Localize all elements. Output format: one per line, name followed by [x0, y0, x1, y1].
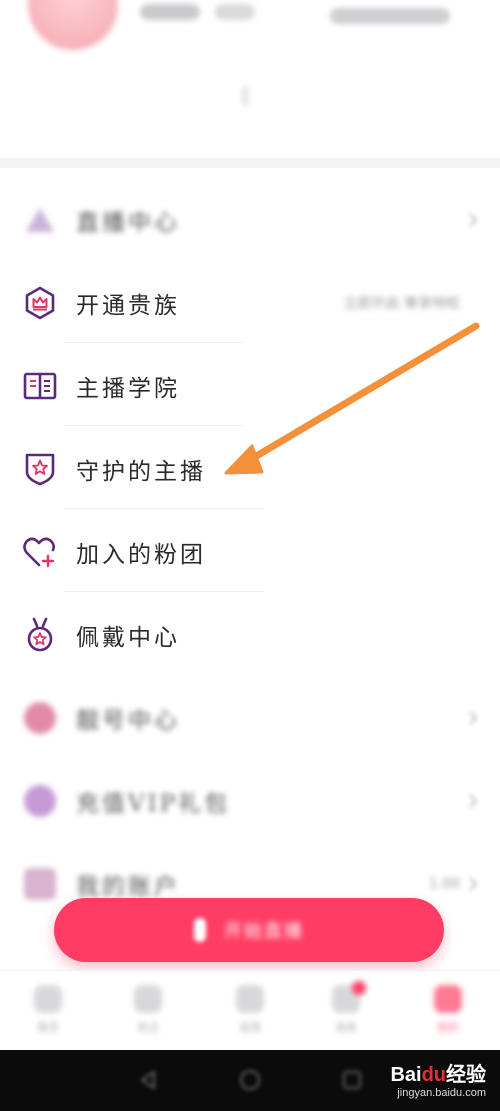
- profile-header: [0, 0, 500, 158]
- menu-item-label: 佩戴中心: [76, 624, 180, 651]
- chevron-right-icon: [469, 212, 478, 227]
- tab-label: 关注: [137, 1021, 159, 1034]
- back-icon[interactable]: [136, 1068, 160, 1092]
- menu-item-pretty-number[interactable]: 靓号中心: [0, 676, 500, 759]
- menu-item-guarded-anchors[interactable]: 守护的主播: [0, 427, 500, 510]
- divider: [64, 591, 264, 592]
- tab-label: 首页: [37, 1021, 59, 1034]
- menu-item-label: 开通贵族: [76, 292, 180, 319]
- home-button-icon[interactable]: [238, 1068, 262, 1092]
- tab-home[interactable]: 首页: [18, 985, 78, 1041]
- start-live-label: 开始直播: [224, 921, 304, 942]
- chevron-right-icon: [469, 876, 478, 891]
- watermark-logo: Baidu经验: [390, 1064, 486, 1086]
- avatar[interactable]: [28, 0, 118, 50]
- follow-icon: [134, 985, 162, 1013]
- divider: [64, 425, 244, 426]
- medal-icon: [22, 617, 58, 653]
- shield-star-icon: [22, 451, 58, 487]
- tab-label: 我的: [437, 1021, 459, 1034]
- home-icon: [34, 985, 62, 1013]
- watermark-url: jingyan.baidu.com: [397, 1087, 486, 1099]
- tab-label: 发现: [239, 1021, 261, 1034]
- start-live-button[interactable]: 开始直播: [54, 898, 444, 962]
- profile-mark: [242, 86, 248, 106]
- menu-item-label: 加入的粉团: [76, 541, 206, 568]
- menu-item-label: 充值VIP礼包: [76, 790, 231, 817]
- menu-item-label: 主播学院: [76, 375, 180, 402]
- chevron-right-icon: [469, 710, 478, 725]
- menu-item-label: 守护的主播: [76, 458, 206, 485]
- menu-item-wear-center[interactable]: 佩戴中心: [0, 593, 500, 676]
- unread-badge: [352, 981, 366, 995]
- tab-label: 消息: [335, 1021, 357, 1034]
- divider: [64, 342, 244, 343]
- menu-item-live-center[interactable]: 直播中心: [0, 178, 500, 261]
- user-icon: [434, 985, 462, 1013]
- pretty-number-icon: [22, 700, 58, 736]
- profile-stat: [140, 4, 200, 20]
- heart-plus-icon: [22, 534, 58, 570]
- crown-badge-icon: [22, 285, 58, 321]
- chevron-right-icon: [469, 793, 478, 808]
- menu-item-joined-fan-groups[interactable]: 加入的粉团: [0, 510, 500, 593]
- menu-item-label: 我的账户: [76, 873, 180, 900]
- vip-gift-icon: [22, 783, 58, 819]
- discover-icon: [236, 985, 264, 1013]
- book-icon: [22, 368, 58, 404]
- live-center-icon: [22, 202, 58, 238]
- account-balance: 1.00: [428, 875, 460, 892]
- menu-item-label: 靓号中心: [76, 707, 180, 734]
- recent-apps-icon[interactable]: [340, 1068, 364, 1092]
- profile-stat: [215, 4, 255, 20]
- nobility-promo-text: 立即开启 尊享特权: [343, 295, 460, 312]
- tab-discover[interactable]: 发现: [220, 985, 280, 1041]
- bottom-tab-bar: 首页 关注 发现 消息 我的: [0, 970, 500, 1050]
- tab-messages[interactable]: 消息: [316, 981, 376, 1041]
- baidu-jingyan-watermark: Baidu经验 jingyan.baidu.com: [390, 1058, 486, 1099]
- divider: [64, 508, 264, 509]
- tab-me[interactable]: 我的: [418, 985, 478, 1041]
- menu-item-vip-gift[interactable]: 充值VIP礼包: [0, 759, 500, 842]
- menu-item-label: 直播中心: [76, 209, 180, 236]
- profile-tag[interactable]: [330, 8, 450, 24]
- microphone-icon: [194, 918, 206, 942]
- account-icon: [22, 866, 58, 902]
- tab-follow[interactable]: 关注: [118, 985, 178, 1041]
- menu-item-anchor-academy[interactable]: 主播学院: [0, 344, 500, 427]
- menu-item-nobility[interactable]: 开通贵族 立即开启 尊享特权: [0, 261, 500, 344]
